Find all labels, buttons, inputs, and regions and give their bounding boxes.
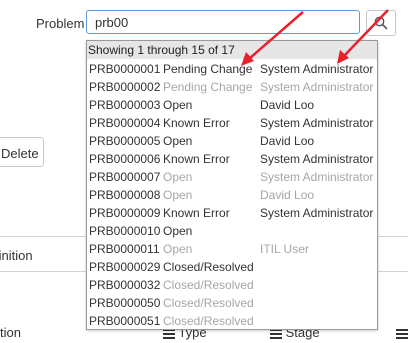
result-row[interactable]: PRB0000004 Known Error System Administrato… <box>87 113 377 131</box>
problem-state: Closed/Resolved <box>163 278 254 292</box>
problem-assigned-to: David Loo <box>260 134 315 148</box>
problem-state: Open <box>163 188 193 202</box>
problem-state: Closed/Resolved <box>163 314 254 328</box>
problem-assigned-to: System Administrator <box>260 170 374 184</box>
problem-state: Pending Change <box>163 80 253 94</box>
problem-state: Open <box>163 134 193 148</box>
result-row[interactable]: PRB0000032 Closed/Resolved <box>87 275 377 293</box>
result-row[interactable]: PRB0000029 Closed/Resolved <box>87 257 377 275</box>
autocomplete-dropdown: Showing 1 through 15 of 17 PRB0000001 Pen… <box>86 40 378 330</box>
problem-assigned-to: David Loo <box>260 98 315 112</box>
problem-state: Closed/Resolved <box>163 260 254 274</box>
problem-number: PRB0000005 <box>89 134 161 148</box>
problem-number: PRB0000029 <box>89 260 161 274</box>
problem-number: PRB0000002 <box>89 80 161 94</box>
problem-number: PRB0000004 <box>89 116 161 130</box>
problem-number: PRB0000011 <box>89 242 160 256</box>
problem-assigned-to: System Administrator <box>260 116 374 130</box>
problem-state: Open <box>163 224 193 238</box>
result-row[interactable]: PRB0000051 Closed/Resolved <box>87 311 377 329</box>
result-row[interactable]: PRB0000002 Pending Change System Administr… <box>87 77 377 95</box>
definition-label: finition <box>0 248 33 263</box>
problem-state: Known Error <box>163 206 230 220</box>
delete-button[interactable]: Delete <box>0 137 44 167</box>
reference-lookup-button[interactable] <box>366 10 396 36</box>
result-row[interactable]: PRB0000006 Known Error System Administrato… <box>87 149 377 167</box>
problem-number: PRB0000007 <box>89 170 161 184</box>
problem-state: Pending Change <box>163 62 253 76</box>
result-row[interactable]: PRB0000050 Closed/Resolved <box>87 293 377 311</box>
search-icon <box>374 16 388 30</box>
problem-state: Open <box>163 98 193 112</box>
result-row[interactable]: PRB0000005 Open David Loo <box>87 131 377 149</box>
problem-number: PRB0000001 <box>89 62 161 76</box>
result-row[interactable]: PRB0000001 Pending Change System Administr… <box>87 59 377 77</box>
results-list: PRB0000001 Pending Change System Administr… <box>87 59 377 329</box>
result-row[interactable]: PRB0000007 Open System Administrator <box>87 167 377 185</box>
result-row[interactable]: PRB0000010 Open <box>87 221 377 239</box>
problem-number: PRB0000050 <box>89 296 161 310</box>
problem-assigned-to: ITIL User <box>260 242 309 256</box>
problem-assigned-to: System Administrator <box>260 206 374 220</box>
results-summary: Showing 1 through 15 of 17 <box>87 41 377 59</box>
problem-state: Closed/Resolved <box>163 296 254 310</box>
problem-state: Open <box>163 242 193 256</box>
result-row[interactable]: PRB0000003 Open David Loo <box>87 95 377 113</box>
problem-number: PRB0000010 <box>89 224 161 238</box>
column-menu-icon[interactable] <box>396 327 408 341</box>
column-header-first[interactable]: tion <box>0 325 21 340</box>
problem-assigned-to: System Administrator <box>260 152 374 166</box>
problem-number: PRB0000009 <box>89 206 161 220</box>
problem-number: PRB0000008 <box>89 188 161 202</box>
problem-state: Known Error <box>163 116 230 130</box>
column-header-more[interactable] <box>396 325 408 341</box>
problem-assigned-to: System Administrator <box>260 62 374 76</box>
result-row[interactable]: PRB0000008 Open David Loo <box>87 185 377 203</box>
problem-number: PRB0000051 <box>89 314 161 328</box>
problem-assigned-to: System Administrator <box>260 80 374 94</box>
problem-field-label: Problem <box>36 16 85 31</box>
result-row[interactable]: PRB0000011 Open ITIL User <box>87 239 377 257</box>
problem-state: Known Error <box>163 152 230 166</box>
problem-state: Open <box>163 170 193 184</box>
result-row[interactable]: PRB0000009 Known Error System Administrato… <box>87 203 377 221</box>
problem-reference-input[interactable] <box>86 10 360 34</box>
problem-number: PRB0000006 <box>89 152 161 166</box>
problem-number: PRB0000032 <box>89 278 161 292</box>
problem-assigned-to: David Loo <box>260 188 315 202</box>
problem-number: PRB0000003 <box>89 98 161 112</box>
